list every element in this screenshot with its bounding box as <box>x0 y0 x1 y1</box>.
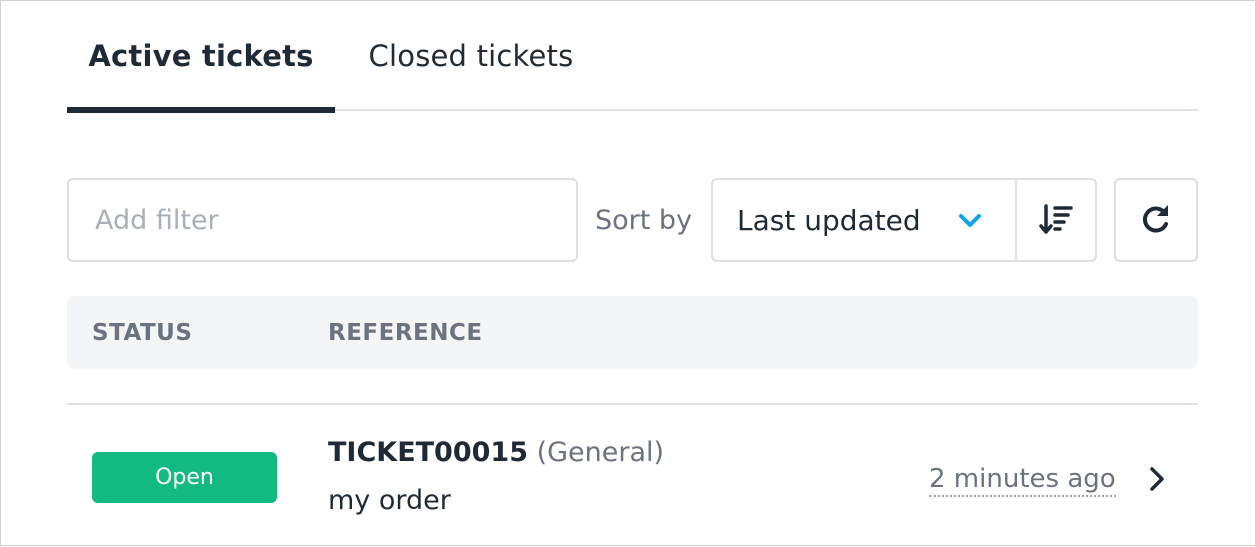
ticket-tabs: Active tickets Closed tickets <box>67 1 1198 113</box>
column-header-reference[interactable]: REFERENCE <box>328 296 483 369</box>
ticket-category: (General) <box>536 437 665 468</box>
filter-input[interactable] <box>67 178 578 262</box>
tab-active-tickets-label: Active tickets <box>88 39 314 73</box>
ticket-updated-time: 2 minutes ago <box>929 463 1116 497</box>
chevron-down-icon <box>959 214 981 227</box>
refresh-icon <box>1142 205 1168 233</box>
tab-closed-tickets-label: Closed tickets <box>368 39 574 73</box>
refresh-button[interactable] <box>1114 178 1198 262</box>
sort-select[interactable]: Last updated <box>713 180 1015 260</box>
sort-descending-icon <box>1039 204 1073 234</box>
sort-control: Last updated <box>711 178 1097 262</box>
sort-select-value: Last updated <box>737 203 921 237</box>
table-header: STATUS REFERENCE <box>67 296 1198 369</box>
sort-by-label: Sort by <box>595 204 693 236</box>
ticket-reference[interactable]: TICKET00015 <box>328 437 528 468</box>
table-row[interactable]: Open TICKET00015 (General) my order 2 mi… <box>67 405 1198 547</box>
tickets-panel: Active tickets Closed tickets Sort by La… <box>0 0 1256 546</box>
tab-active-tickets[interactable]: Active tickets <box>67 1 335 113</box>
chevron-right-icon[interactable] <box>1147 465 1167 493</box>
ticket-reference-line: TICKET00015 (General) <box>328 437 664 468</box>
tab-closed-tickets[interactable]: Closed tickets <box>335 1 607 111</box>
column-header-status[interactable]: STATUS <box>92 296 192 369</box>
ticket-subject: my order <box>328 485 451 516</box>
sort-direction-button[interactable] <box>1015 180 1095 260</box>
status-badge: Open <box>92 452 277 503</box>
